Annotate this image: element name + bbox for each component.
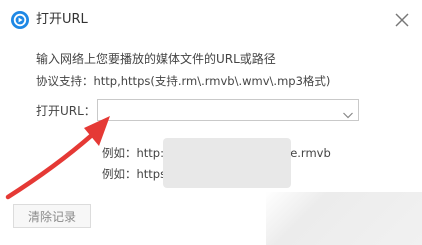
instruction-text: 输入网络上您要播放的媒体文件的URL或路径 bbox=[36, 52, 276, 66]
dialog-title: 打开URL bbox=[36, 12, 88, 27]
watermark bbox=[266, 192, 422, 245]
protocol-support-text: 协议支持：http,https(支持.rm\.rmvb\.wmv\.mp3格式) bbox=[36, 74, 331, 88]
redaction-blur bbox=[163, 138, 291, 188]
chevron-down-icon[interactable] bbox=[342, 105, 354, 119]
clear-history-button[interactable]: 清除记录 bbox=[13, 204, 91, 228]
close-button[interactable] bbox=[391, 9, 413, 31]
url-input[interactable] bbox=[98, 100, 334, 120]
url-combobox[interactable] bbox=[97, 99, 359, 121]
url-field-label: 打开URL： bbox=[36, 104, 96, 118]
open-url-dialog: 打开URL 输入网络上您要播放的媒体文件的URL或路径 协议支持：http,ht… bbox=[0, 0, 422, 245]
close-icon bbox=[391, 9, 413, 31]
example-http-suffix: le.rmvb bbox=[287, 146, 331, 160]
player-logo-icon bbox=[11, 11, 29, 29]
example-http: 例如：http:/ bbox=[102, 146, 168, 160]
